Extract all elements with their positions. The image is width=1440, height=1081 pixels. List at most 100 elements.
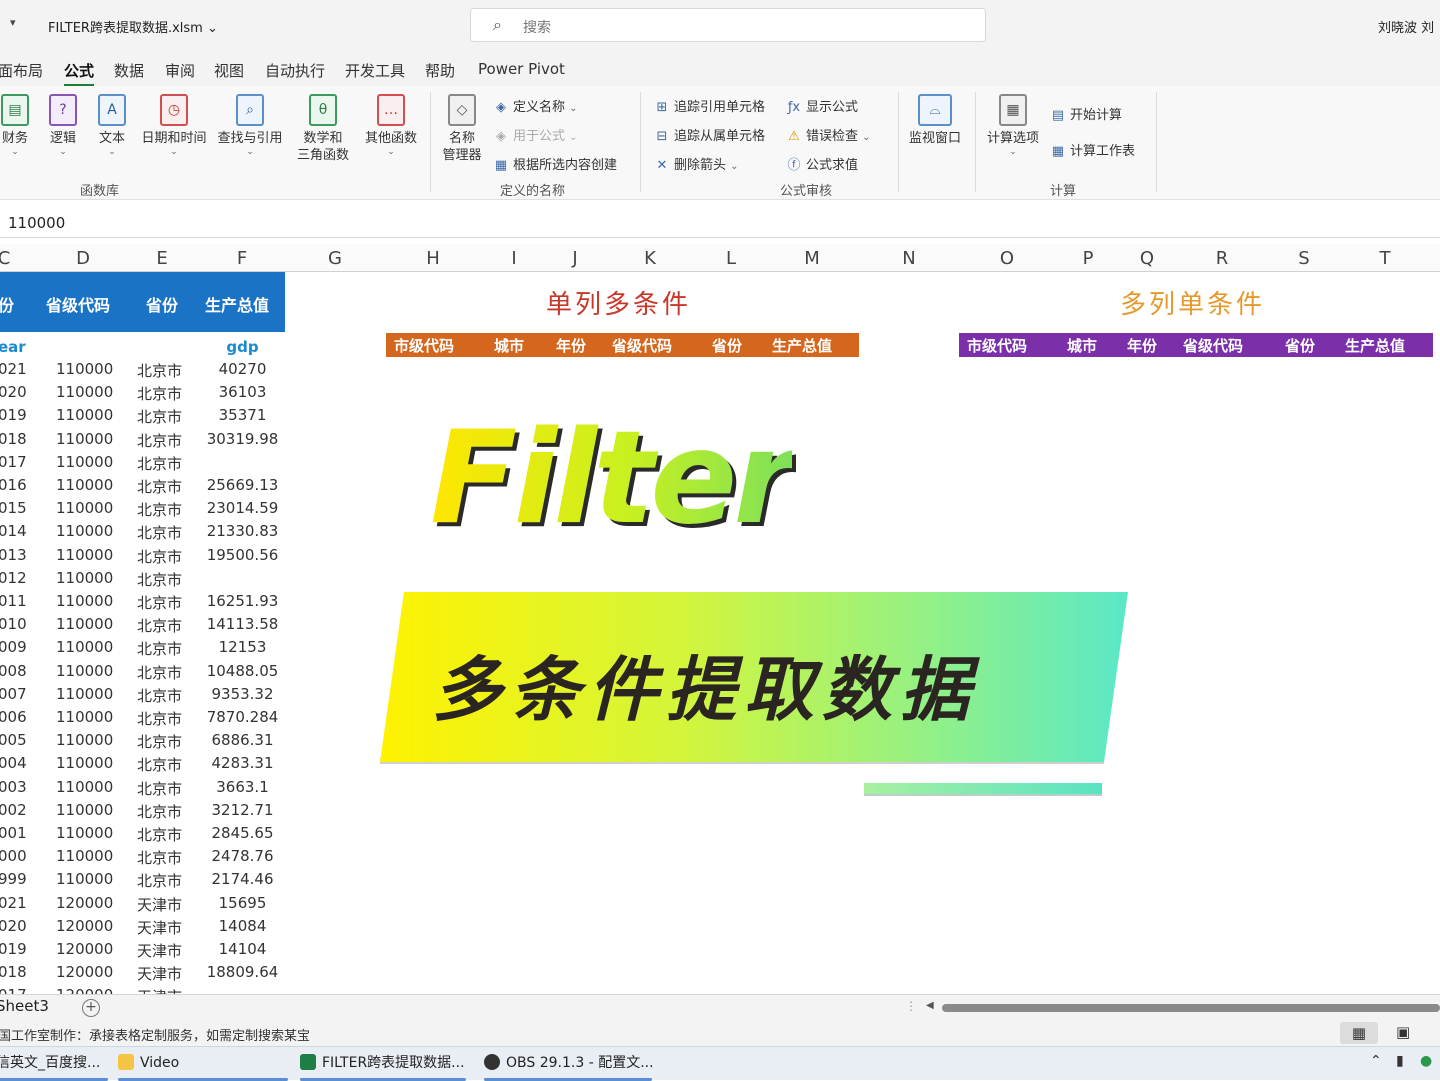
trace-dependents-button[interactable]: ⊟ 追踪从属单元格	[654, 125, 765, 144]
column-header-f[interactable]: F	[222, 248, 262, 269]
table-row[interactable]: 012 110000 北京市	[0, 567, 285, 590]
cell-province-code[interactable]: 110000	[56, 406, 113, 424]
cell-province-code[interactable]: 110000	[56, 708, 113, 726]
cell-year[interactable]: 017	[0, 453, 27, 471]
formula-bar[interactable]: 110000	[0, 208, 1440, 238]
tray-usb-icon[interactable]: ▮	[1396, 1053, 1404, 1069]
cell-province[interactable]: 天津市	[137, 917, 182, 938]
lookup-reference-button[interactable]: ⌕ 查找与引用 ⌄	[214, 94, 286, 157]
create-from-selection-button[interactable]: ▦ 根据所选内容创建	[493, 154, 617, 173]
date-time-button[interactable]: ◷ 日期和时间 ⌄	[138, 94, 210, 157]
cell-gdp[interactable]: 40270	[200, 360, 285, 378]
cell-province[interactable]: 北京市	[137, 476, 182, 497]
cell-province-code[interactable]: 110000	[56, 453, 113, 471]
cell-province-code[interactable]: 110000	[56, 383, 113, 401]
table-row[interactable]: 019 110000 北京市 35371	[0, 404, 285, 427]
cell-gdp[interactable]: 2478.76	[200, 847, 285, 865]
table-row[interactable]: 002 110000 北京市 3212.71	[0, 799, 285, 822]
cell-gdp[interactable]: 14113.58	[200, 615, 285, 633]
table-row[interactable]: 018 110000 北京市 30319.98	[0, 428, 285, 451]
search-box[interactable]: ⌕ 搜索	[470, 8, 986, 42]
taskbar-item-browser[interactable]: 信英文_百度搜...	[0, 1047, 108, 1081]
tab-formulas[interactable]: 公式	[64, 60, 95, 87]
remove-arrows-button[interactable]: ✕ 删除箭头 ⌄	[654, 154, 739, 173]
cell-gdp[interactable]: 3663.1	[200, 778, 285, 796]
column-header-p[interactable]: P	[1068, 248, 1108, 269]
cell-province[interactable]: 北京市	[137, 499, 182, 520]
page-layout-view-icon[interactable]: ▣	[1396, 1023, 1410, 1041]
cell-year[interactable]: 017	[0, 986, 27, 994]
cell-year[interactable]: 003	[0, 778, 27, 796]
table-row[interactable]: 019 120000 天津市 14104	[0, 938, 285, 961]
column-header-n[interactable]: N	[889, 248, 929, 269]
cell-gdp[interactable]: 9353.32	[200, 685, 285, 703]
column-header-c[interactable]: C	[0, 248, 24, 269]
quick-access-dropdown-icon[interactable]: ▾	[10, 16, 16, 29]
column-header-i[interactable]: I	[494, 248, 534, 269]
column-header-e[interactable]: E	[142, 248, 182, 269]
cell-year[interactable]: 021	[0, 894, 27, 912]
tab-developer[interactable]: 开发工具	[345, 60, 405, 81]
column-header-h[interactable]: H	[413, 248, 453, 269]
cell-province[interactable]: 北京市	[137, 824, 182, 845]
horizontal-scrollbar[interactable]	[942, 1004, 1440, 1012]
cell-year[interactable]: 010	[0, 615, 27, 633]
cell-province-code[interactable]: 110000	[56, 731, 113, 749]
cell-province-code[interactable]: 110000	[56, 685, 113, 703]
column-header-m[interactable]: M	[792, 248, 832, 269]
table-row[interactable]: 015 110000 北京市 23014.59	[0, 497, 285, 520]
cell-gdp[interactable]: 2174.46	[200, 870, 285, 888]
cell-gdp[interactable]: 4283.31	[200, 754, 285, 772]
cell-province[interactable]: 天津市	[137, 963, 182, 984]
cell-gdp[interactable]: 35371	[200, 406, 285, 424]
tab-data[interactable]: 数据	[114, 60, 144, 81]
name-manager-button[interactable]: ◇ 名称 管理器	[440, 94, 484, 164]
table-row[interactable]: 009 110000 北京市 12153	[0, 636, 285, 659]
cell-year[interactable]: 011	[0, 592, 27, 610]
define-name-button[interactable]: ◈ 定义名称 ⌄	[493, 96, 578, 115]
cell-province[interactable]: 北京市	[137, 569, 182, 590]
calculation-options-button[interactable]: ▦ 计算选项 ⌄	[984, 94, 1042, 157]
cell-gdp[interactable]: 30319.98	[200, 430, 285, 448]
cell-province-code[interactable]: 110000	[56, 430, 113, 448]
cell-province[interactable]: 北京市	[137, 685, 182, 706]
cell-province[interactable]: 北京市	[137, 360, 182, 381]
tab-review[interactable]: 审阅	[165, 60, 195, 81]
cell-province-code[interactable]: 120000	[56, 917, 113, 935]
cell-gdp[interactable]: 3212.71	[200, 801, 285, 819]
cell-province[interactable]: 北京市	[137, 638, 182, 659]
cell-province[interactable]: 北京市	[137, 592, 182, 613]
table-row[interactable]: 020 120000 天津市 14084	[0, 915, 285, 938]
cell-province-code[interactable]: 110000	[56, 662, 113, 680]
cell-province[interactable]: 北京市	[137, 754, 182, 775]
workbook-filename[interactable]: FILTER跨表提取数据.xlsm ⌄	[48, 17, 218, 36]
evaluate-formula-button[interactable]: ⓕ 公式求值	[786, 154, 858, 173]
cell-province-code[interactable]: 110000	[56, 522, 113, 540]
taskbar-item-obs[interactable]: OBS 29.1.3 - 配置文...	[484, 1047, 654, 1081]
cell-province-code[interactable]: 110000	[56, 801, 113, 819]
calculate-now-button[interactable]: ▤ 开始计算	[1050, 104, 1122, 123]
column-header-o[interactable]: O	[987, 248, 1027, 269]
cell-gdp[interactable]: 10488.05	[200, 662, 285, 680]
cell-year[interactable]: 001	[0, 824, 27, 842]
cell-year[interactable]: 999	[0, 870, 27, 888]
tab-page-layout[interactable]: 面布局	[0, 60, 43, 81]
tab-automate[interactable]: 自动执行	[265, 60, 325, 81]
cell-gdp[interactable]: 14104	[200, 940, 285, 958]
sheet-tab[interactable]: Sheet3	[0, 997, 49, 1015]
cell-gdp[interactable]: 21330.83	[200, 522, 285, 540]
cell-year[interactable]: 015	[0, 499, 27, 517]
cell-province-code[interactable]: 110000	[56, 754, 113, 772]
table-row[interactable]: 005 110000 北京市 6886.31	[0, 729, 285, 752]
error-checking-button[interactable]: ⚠ 错误检查 ⌄	[786, 125, 870, 144]
table-row[interactable]: 007 110000 北京市 9353.32	[0, 683, 285, 706]
table-row[interactable]: 003 110000 北京市 3663.1	[0, 776, 285, 799]
cell-year[interactable]: 008	[0, 662, 27, 680]
cell-gdp[interactable]: 7870.284	[200, 708, 285, 726]
column-header-k[interactable]: K	[630, 248, 670, 269]
cell-year[interactable]: 006	[0, 708, 27, 726]
taskbar-item-excel[interactable]: FILTER跨表提取数据...	[300, 1047, 466, 1081]
cell-province-code[interactable]: 110000	[56, 847, 113, 865]
cell-year[interactable]: 016	[0, 476, 27, 494]
column-header-l[interactable]: L	[711, 248, 751, 269]
